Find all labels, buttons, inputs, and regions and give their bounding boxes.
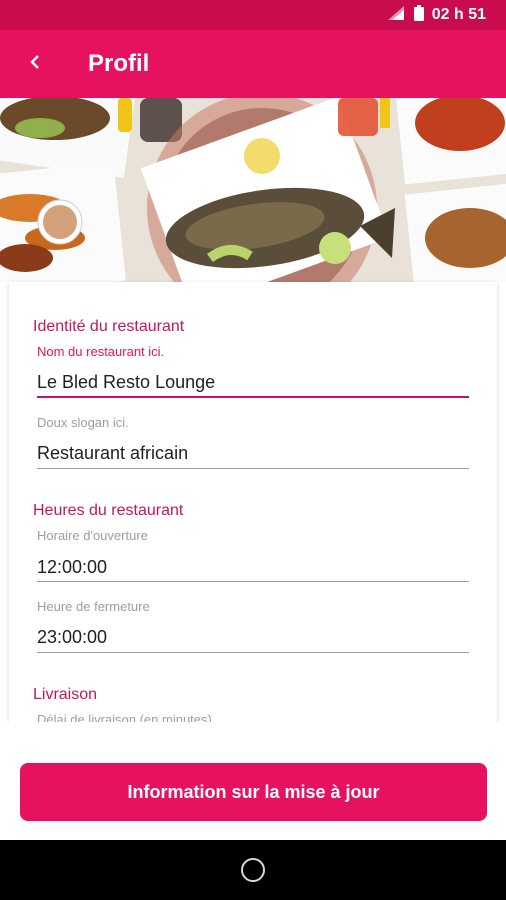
closing-time-input[interactable]: 23:00:00 [37, 627, 469, 648]
profile-form: Identité du restaurant Nom du restaurant… [9, 282, 497, 722]
closing-time-label: Heure de fermeture [37, 599, 150, 614]
opening-time-label: Horaire d'ouverture [37, 528, 148, 543]
status-time: 02 h 51 [431, 6, 486, 23]
restaurant-name-underline [37, 396, 469, 398]
system-nav-bar [0, 840, 506, 900]
page-title: Profil [88, 50, 150, 77]
chevron-left-icon [28, 53, 42, 76]
delivery-delay-label: Délai de livraison (en minutes) [37, 712, 212, 722]
bottom-action-area: Information sur la mise à jour [0, 722, 506, 840]
section-title-identity: Identité du restaurant [33, 318, 185, 335]
slogan-label: Doux slogan ici. [37, 415, 129, 430]
restaurant-cover-image [0, 98, 506, 282]
section-title-delivery: Livraison [33, 686, 98, 703]
home-circle-icon[interactable] [241, 858, 265, 882]
restaurant-name-input[interactable]: Le Bled Resto Lounge [37, 372, 469, 393]
opening-time-underline [37, 581, 469, 582]
slogan-input[interactable]: Restaurant africain [37, 443, 469, 464]
slogan-underline [37, 468, 469, 469]
section-title-hours: Heures du restaurant [33, 502, 184, 519]
restaurant-name-label: Nom du restaurant ici. [37, 344, 165, 359]
back-button[interactable] [0, 30, 70, 98]
status-bar: 02 h 51 [0, 0, 506, 30]
battery-icon [413, 4, 424, 26]
closing-time-underline [37, 652, 469, 653]
signal-icon [387, 5, 404, 25]
opening-time-input[interactable]: 12:00:00 [37, 557, 469, 578]
update-info-button[interactable]: Information sur la mise à jour [20, 763, 487, 821]
app-bar: Profil [0, 30, 506, 98]
